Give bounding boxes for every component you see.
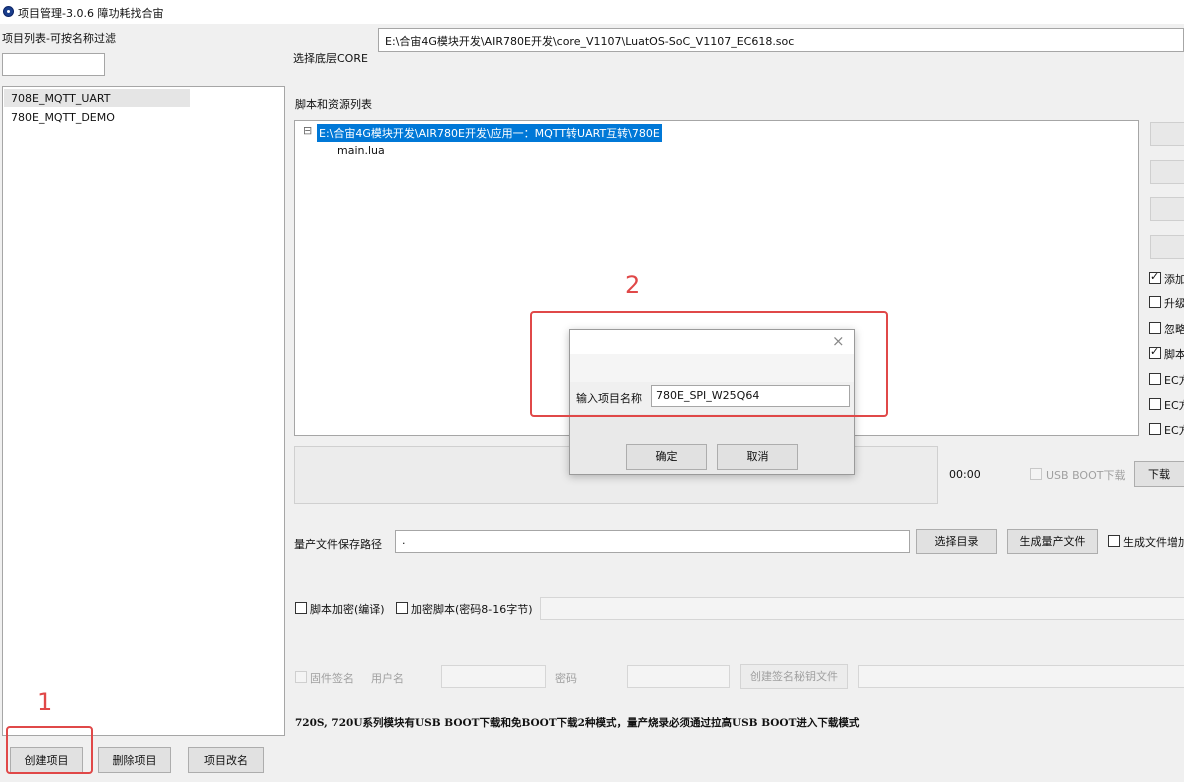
mass-production-path-field[interactable]: . (395, 530, 910, 553)
mass-production-path-label: 量产文件保存路径 (294, 538, 382, 551)
encrypt-script-label: 加密脚本(密码8-16字节) (411, 603, 533, 616)
app-logo-icon (3, 6, 14, 17)
tree-file-item[interactable]: main.lua (337, 144, 385, 157)
delete-project-button[interactable]: 删除项目 (98, 747, 171, 773)
firmware-sign-checkbox[interactable] (295, 671, 307, 683)
download-button[interactable]: 下载 (1134, 461, 1184, 487)
confirm-button[interactable]: 确定 (626, 444, 707, 470)
tree-root-folder[interactable]: E:\合宙4G模块开发\AIR780E开发\应用一：MQTT转UART互转\78… (317, 124, 662, 142)
side-button[interactable] (1150, 197, 1184, 221)
dialog-footer (570, 414, 854, 474)
annotation-number-1: 1 (37, 688, 53, 716)
option-checkbox[interactable] (1149, 398, 1161, 410)
rename-project-button[interactable]: 项目改名 (188, 747, 264, 773)
option-label: 升级 (1164, 297, 1184, 310)
title-bar: 项目管理-3.0.6 障功耗找合宙 (0, 0, 1184, 24)
tree-collapse-icon[interactable]: ⊟ (303, 124, 312, 137)
script-encrypt-checkbox[interactable] (295, 602, 307, 614)
option-checkbox[interactable] (1149, 296, 1161, 308)
project-filter-label: 项目列表-可按名称过滤 (2, 32, 116, 45)
annotation-box-1 (6, 726, 93, 774)
generate-mass-file-button[interactable]: 生成量产文件 (1007, 529, 1098, 554)
encrypt-password-field[interactable] (540, 597, 1184, 620)
annotation-number-2: 2 (625, 271, 641, 299)
username-field[interactable] (441, 665, 546, 688)
project-item[interactable]: 780E_MQTT_DEMO (11, 111, 115, 124)
sign-extra-field[interactable] (858, 665, 1184, 688)
option-checkbox[interactable] (1149, 345, 1161, 359)
option-label: 脚本 (1164, 348, 1184, 361)
window-title: 项目管理-3.0.6 障功耗找合宙 (18, 7, 164, 20)
project-filter-input[interactable] (2, 53, 105, 76)
option-checkbox[interactable] (1149, 322, 1161, 334)
generate-option-checkbox[interactable] (1108, 535, 1120, 547)
project-list[interactable]: 708E_MQTT_UART 780E_MQTT_DEMO (2, 86, 285, 736)
firmware-sign-label: 固件签名 (310, 672, 354, 685)
option-label: EC方 (1164, 399, 1184, 412)
password-field[interactable] (627, 665, 730, 688)
option-checkbox[interactable] (1149, 373, 1161, 385)
core-path-field[interactable]: E:\合宙4G模块开发\AIR780E开发\core_V1107\LuatOS-… (378, 28, 1184, 52)
option-label: EC方 (1164, 424, 1184, 437)
elapsed-time: 00:00 (949, 468, 981, 481)
option-checkbox[interactable] (1149, 423, 1161, 435)
option-checkbox[interactable] (1149, 270, 1161, 284)
option-label: 忽略 (1164, 323, 1184, 336)
scripts-label: 脚本和资源列表 (295, 98, 372, 111)
option-label: 添加 (1164, 273, 1184, 286)
script-encrypt-label: 脚本加密(编译) (310, 603, 385, 616)
side-button[interactable] (1150, 235, 1184, 259)
annotation-box-2 (530, 311, 888, 417)
usb-boot-notice: 720S, 720U系列模块有USB BOOT下载和免BOOT下载2种模式，量产… (295, 717, 860, 729)
create-sign-key-button[interactable]: 创建签名秘钥文件 (740, 664, 848, 689)
usb-boot-label: USB BOOT下载 (1046, 469, 1126, 482)
option-label: EC方 (1164, 374, 1184, 387)
side-button[interactable] (1150, 160, 1184, 184)
side-button[interactable] (1150, 122, 1184, 146)
core-label: 选择底层CORE (293, 52, 368, 65)
choose-directory-button[interactable]: 选择目录 (916, 529, 997, 554)
usb-boot-checkbox[interactable] (1030, 468, 1042, 480)
project-item[interactable]: 708E_MQTT_UART (11, 92, 110, 105)
cancel-button[interactable]: 取消 (717, 444, 798, 470)
generate-option-label: 生成文件增加 (1123, 536, 1184, 549)
username-label: 用户名 (371, 672, 404, 685)
encrypt-script-checkbox[interactable] (396, 602, 408, 614)
password-label: 密码 (555, 672, 577, 685)
